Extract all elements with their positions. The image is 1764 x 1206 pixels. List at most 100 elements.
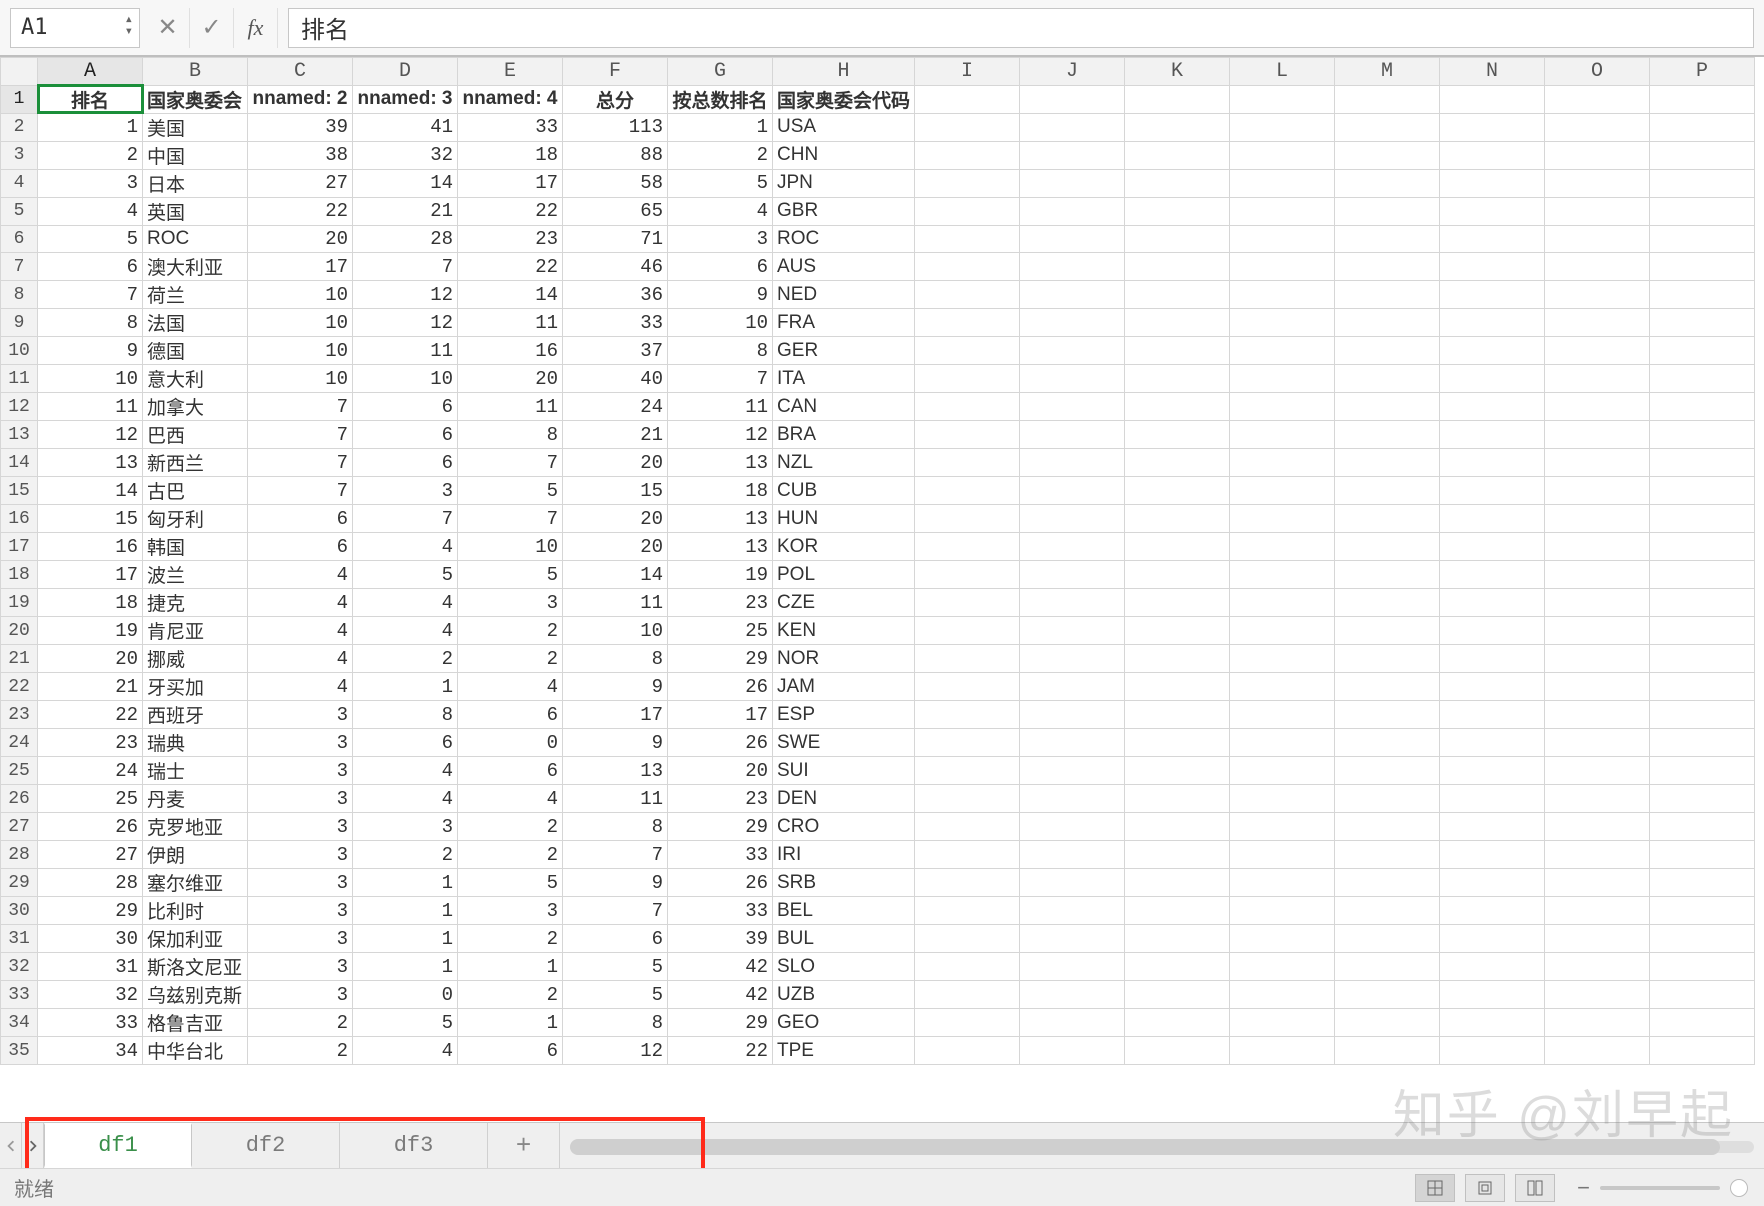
cell-G12[interactable]: 11 [668, 393, 773, 421]
cell-E32[interactable]: 1 [458, 953, 563, 981]
cell-M22[interactable] [1335, 673, 1440, 701]
cell-D18[interactable]: 5 [353, 561, 458, 589]
cell-P26[interactable] [1650, 785, 1755, 813]
view-pagelayout-button[interactable] [1465, 1174, 1505, 1202]
cell-E21[interactable]: 2 [458, 645, 563, 673]
cell-A9[interactable]: 8 [38, 309, 143, 337]
cell-H12[interactable]: CAN [773, 393, 915, 421]
cell-P15[interactable] [1650, 477, 1755, 505]
cell-K20[interactable] [1125, 617, 1230, 645]
cell-I19[interactable] [915, 589, 1020, 617]
cell-C7[interactable]: 17 [248, 253, 353, 281]
row-header-15[interactable]: 15 [1, 477, 38, 505]
view-normal-button[interactable] [1415, 1174, 1455, 1202]
cell-O19[interactable] [1545, 589, 1650, 617]
cell-J16[interactable] [1020, 505, 1125, 533]
cell-M35[interactable] [1335, 1037, 1440, 1065]
cell-M26[interactable] [1335, 785, 1440, 813]
cell-C19[interactable]: 4 [248, 589, 353, 617]
cell-N1[interactable] [1440, 85, 1545, 113]
row-header-14[interactable]: 14 [1, 449, 38, 477]
row-header-26[interactable]: 26 [1, 785, 38, 813]
cell-D12[interactable]: 6 [353, 393, 458, 421]
cell-H9[interactable]: FRA [773, 309, 915, 337]
cell-K10[interactable] [1125, 337, 1230, 365]
cell-P33[interactable] [1650, 981, 1755, 1009]
sheet-tab-df1[interactable]: df1 [44, 1123, 192, 1168]
cell-P11[interactable] [1650, 365, 1755, 393]
spreadsheet-grid[interactable]: ABCDEFGHIJKLMNOP1排名国家奥委会nnamed: 2nnamed:… [0, 56, 1764, 1122]
cell-N13[interactable] [1440, 421, 1545, 449]
cell-E30[interactable]: 3 [458, 897, 563, 925]
view-pagebreak-button[interactable] [1515, 1174, 1555, 1202]
cell-P20[interactable] [1650, 617, 1755, 645]
row-header-28[interactable]: 28 [1, 841, 38, 869]
cell-O22[interactable] [1545, 673, 1650, 701]
cell-K13[interactable] [1125, 421, 1230, 449]
cell-J10[interactable] [1020, 337, 1125, 365]
cell-B13[interactable]: 巴西 [143, 421, 248, 449]
cell-A33[interactable]: 32 [38, 981, 143, 1009]
cell-I17[interactable] [915, 533, 1020, 561]
cell-D2[interactable]: 41 [353, 113, 458, 141]
cell-B35[interactable]: 中华台北 [143, 1037, 248, 1065]
cell-B1[interactable]: 国家奥委会 [143, 85, 248, 113]
cell-F7[interactable]: 46 [563, 253, 668, 281]
cell-N9[interactable] [1440, 309, 1545, 337]
cell-P28[interactable] [1650, 841, 1755, 869]
column-header-M[interactable]: M [1335, 58, 1440, 86]
cell-B27[interactable]: 克罗地亚 [143, 813, 248, 841]
cell-L4[interactable] [1230, 169, 1335, 197]
cell-I20[interactable] [915, 617, 1020, 645]
cell-P16[interactable] [1650, 505, 1755, 533]
cell-H21[interactable]: NOR [773, 645, 915, 673]
cell-I30[interactable] [915, 897, 1020, 925]
cell-O23[interactable] [1545, 701, 1650, 729]
cell-B15[interactable]: 古巴 [143, 477, 248, 505]
cell-K33[interactable] [1125, 981, 1230, 1009]
cell-K16[interactable] [1125, 505, 1230, 533]
cell-J8[interactable] [1020, 281, 1125, 309]
cell-N6[interactable] [1440, 225, 1545, 253]
cell-B29[interactable]: 塞尔维亚 [143, 869, 248, 897]
cell-K29[interactable] [1125, 869, 1230, 897]
row-header-13[interactable]: 13 [1, 421, 38, 449]
cell-E35[interactable]: 6 [458, 1037, 563, 1065]
cell-B31[interactable]: 保加利亚 [143, 925, 248, 953]
cell-N32[interactable] [1440, 953, 1545, 981]
cell-B5[interactable]: 英国 [143, 197, 248, 225]
cell-P24[interactable] [1650, 729, 1755, 757]
cell-K15[interactable] [1125, 477, 1230, 505]
cell-A17[interactable]: 16 [38, 533, 143, 561]
cell-M18[interactable] [1335, 561, 1440, 589]
cell-G8[interactable]: 9 [668, 281, 773, 309]
cell-D19[interactable]: 4 [353, 589, 458, 617]
cell-P7[interactable] [1650, 253, 1755, 281]
cell-M31[interactable] [1335, 925, 1440, 953]
cell-L24[interactable] [1230, 729, 1335, 757]
cell-N14[interactable] [1440, 449, 1545, 477]
cell-A11[interactable]: 10 [38, 365, 143, 393]
cell-L15[interactable] [1230, 477, 1335, 505]
cell-F23[interactable]: 17 [563, 701, 668, 729]
cell-A28[interactable]: 27 [38, 841, 143, 869]
cell-G3[interactable]: 2 [668, 141, 773, 169]
cell-L8[interactable] [1230, 281, 1335, 309]
cell-H7[interactable]: AUS [773, 253, 915, 281]
cell-I6[interactable] [915, 225, 1020, 253]
cell-H22[interactable]: JAM [773, 673, 915, 701]
cell-K32[interactable] [1125, 953, 1230, 981]
cell-K11[interactable] [1125, 365, 1230, 393]
cell-A27[interactable]: 26 [38, 813, 143, 841]
cell-K23[interactable] [1125, 701, 1230, 729]
cell-N31[interactable] [1440, 925, 1545, 953]
cell-D32[interactable]: 1 [353, 953, 458, 981]
cell-I12[interactable] [915, 393, 1020, 421]
cell-L11[interactable] [1230, 365, 1335, 393]
cell-C29[interactable]: 3 [248, 869, 353, 897]
cell-C3[interactable]: 38 [248, 141, 353, 169]
cell-M12[interactable] [1335, 393, 1440, 421]
cell-F3[interactable]: 88 [563, 141, 668, 169]
cell-E24[interactable]: 0 [458, 729, 563, 757]
cell-G17[interactable]: 13 [668, 533, 773, 561]
